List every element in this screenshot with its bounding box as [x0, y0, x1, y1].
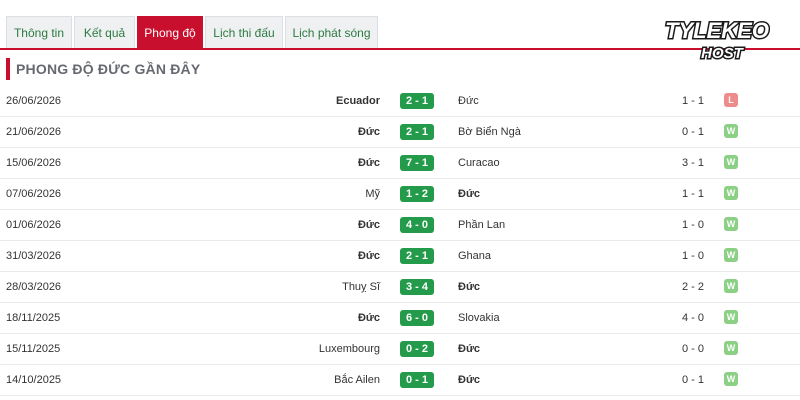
away-team[interactable]: Đức — [458, 365, 480, 395]
match-list: 26/06/2026 Ecuador 2 - 1 Đức 1 - 1 L 21/06/202… — [0, 86, 800, 396]
halftime-score: 1 - 0 — [682, 219, 705, 231]
match-date: 31/03/2026 — [6, 250, 62, 262]
result-badge: W — [724, 248, 738, 262]
home-team[interactable]: Ecuador — [336, 86, 380, 116]
halftime-score: 1 - 1 — [682, 95, 705, 107]
section-title: PHONG ĐỘ ĐỨC GẦN ĐÂY — [6, 58, 200, 80]
result-badge: W — [724, 124, 738, 138]
away-team[interactable]: Bờ Biển Ngà — [458, 117, 521, 147]
match-date: 18/11/2025 — [6, 312, 61, 324]
home-team[interactable]: Thuỵ Sĩ — [342, 272, 380, 302]
tab-broadcast[interactable]: Lịch phát sóng — [285, 16, 378, 48]
result-badge: L — [724, 93, 738, 107]
halftime-score: 4 - 0 — [682, 312, 705, 324]
match-row[interactable]: 14/10/2025 Bắc Ailen 0 - 1 Đức 0 - 1 W — [0, 365, 800, 396]
home-team[interactable]: Đức — [358, 241, 380, 271]
match-date: 14/10/2025 — [6, 374, 62, 386]
tab-fixtures[interactable]: Lịch thi đấu — [205, 16, 283, 48]
away-team[interactable]: Curacao — [458, 148, 500, 178]
match-row[interactable]: 15/11/2025 Luxembourg 0 - 2 Đức 0 - 0 W — [0, 334, 800, 365]
result-badge: W — [724, 341, 738, 355]
tab-results[interactable]: Kết quả — [74, 16, 135, 48]
result-badge: W — [724, 155, 738, 169]
match-date: 01/06/2026 — [6, 219, 62, 231]
halftime-score: 0 - 0 — [682, 343, 705, 355]
match-date: 26/06/2026 — [6, 95, 62, 107]
home-team[interactable]: Luxembourg — [319, 334, 380, 364]
match-date: 28/03/2026 — [6, 281, 62, 293]
score-badge[interactable]: 0 - 2 — [400, 341, 434, 357]
score-badge[interactable]: 2 - 1 — [400, 93, 434, 109]
match-row[interactable]: 26/06/2026 Ecuador 2 - 1 Đức 1 - 1 L — [0, 86, 800, 117]
match-date: 15/11/2025 — [6, 343, 61, 355]
result-badge: W — [724, 186, 738, 200]
match-date: 21/06/2026 — [6, 126, 62, 138]
home-team[interactable]: Đức — [358, 303, 380, 333]
away-team[interactable]: Phần Lan — [458, 210, 505, 240]
match-row[interactable]: 28/03/2026 Thuỵ Sĩ 3 - 4 Đức 2 - 2 W — [0, 272, 800, 303]
match-row[interactable]: 07/06/2026 Mỹ 1 - 2 Đức 1 - 1 W — [0, 179, 800, 210]
home-team[interactable]: Mỹ — [365, 179, 380, 209]
tab-info[interactable]: Thông tin — [6, 16, 72, 48]
halftime-score: 1 - 1 — [682, 188, 705, 200]
away-team[interactable]: Đức — [458, 272, 480, 302]
halftime-score: 3 - 1 — [682, 157, 705, 169]
result-badge: W — [724, 372, 738, 386]
score-badge[interactable]: 3 - 4 — [400, 279, 434, 295]
home-team[interactable]: Đức — [358, 210, 380, 240]
match-row[interactable]: 01/06/2026 Đức 4 - 0 Phần Lan 1 - 0 W — [0, 210, 800, 241]
score-badge[interactable]: 2 - 1 — [400, 124, 434, 140]
away-team[interactable]: Ghana — [458, 241, 491, 271]
away-team[interactable]: Đức — [458, 86, 479, 116]
away-team[interactable]: Slovakia — [458, 303, 500, 333]
score-badge[interactable]: 2 - 1 — [400, 248, 434, 264]
score-badge[interactable]: 7 - 1 — [400, 155, 434, 171]
match-date: 15/06/2026 — [6, 157, 62, 169]
match-date: 07/06/2026 — [6, 188, 62, 200]
tab-form[interactable]: Phong độ — [137, 16, 203, 48]
score-badge[interactable]: 4 - 0 — [400, 217, 434, 233]
result-badge: W — [724, 310, 738, 324]
halftime-score: 2 - 2 — [682, 281, 705, 293]
match-row[interactable]: 31/03/2026 Đức 2 - 1 Ghana 1 - 0 W — [0, 241, 800, 272]
score-badge[interactable]: 0 - 1 — [400, 372, 434, 388]
site-logo: TYLEKEO HOST — [664, 17, 770, 64]
home-team[interactable]: Đức — [358, 148, 380, 178]
home-team[interactable]: Bắc Ailen — [334, 365, 380, 395]
result-badge: W — [724, 279, 738, 293]
home-team[interactable]: Đức — [358, 117, 380, 147]
away-team[interactable]: Đức — [458, 179, 480, 209]
halftime-score: 0 - 1 — [682, 374, 705, 386]
halftime-score: 0 - 1 — [682, 126, 705, 138]
halftime-score: 1 - 0 — [682, 250, 705, 262]
away-team[interactable]: Đức — [458, 334, 480, 364]
match-row[interactable]: 21/06/2026 Đức 2 - 1 Bờ Biển Ngà 0 - 1 W — [0, 117, 800, 148]
result-badge: W — [724, 217, 738, 231]
logo-text-bottom: HOST — [701, 45, 745, 62]
match-row[interactable]: 15/06/2026 Đức 7 - 1 Curacao 3 - 1 W — [0, 148, 800, 179]
score-badge[interactable]: 6 - 0 — [400, 310, 434, 326]
match-row[interactable]: 18/11/2025 Đức 6 - 0 Slovakia 4 - 0 W — [0, 303, 800, 334]
logo-text-top: TYLEKEO — [665, 18, 769, 43]
score-badge[interactable]: 1 - 2 — [400, 186, 434, 202]
